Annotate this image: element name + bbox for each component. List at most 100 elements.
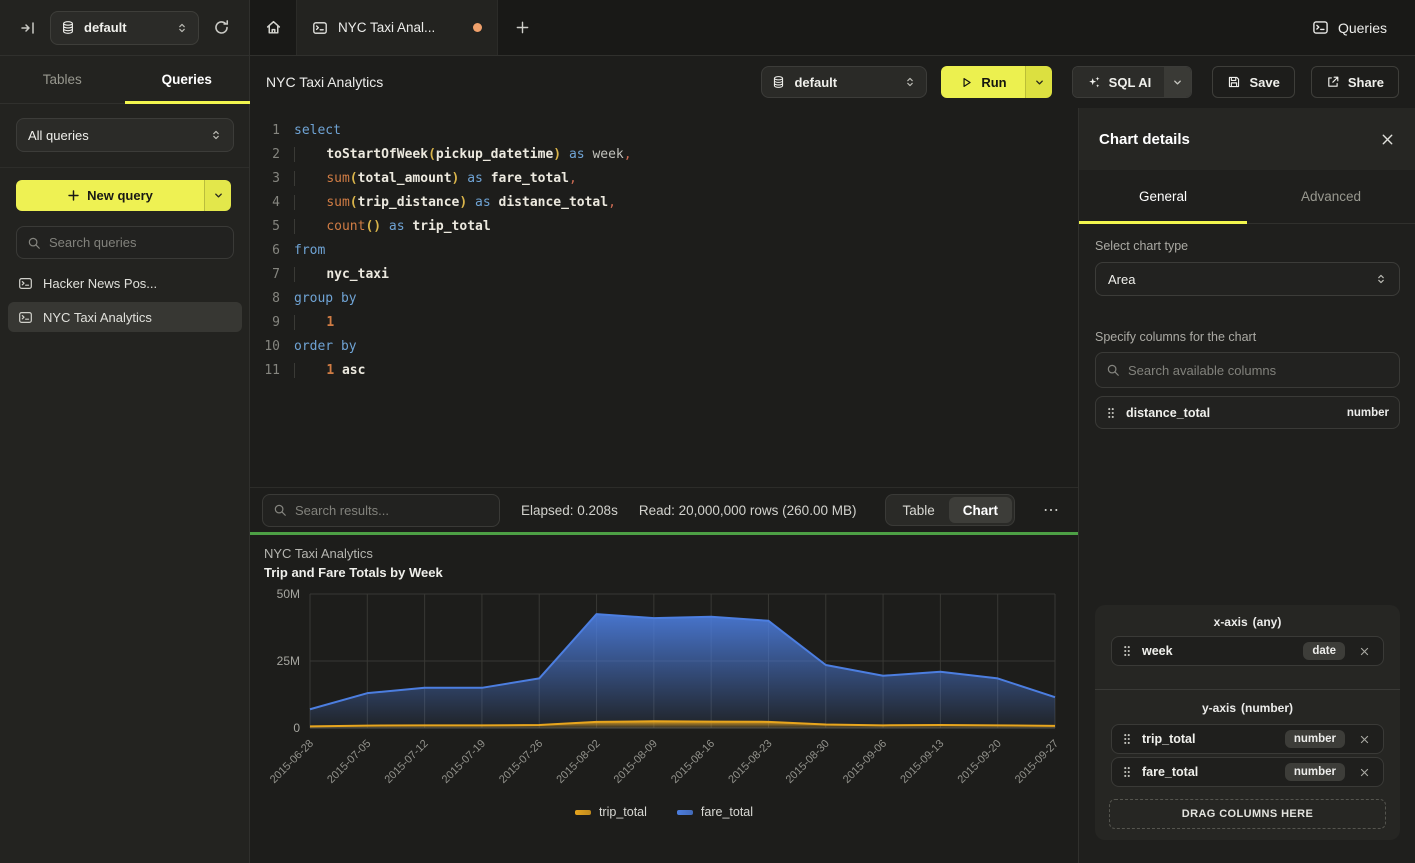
sql-ai-dropdown[interactable]	[1164, 67, 1191, 97]
collapse-sidebar-button[interactable]	[14, 14, 42, 42]
top-bar-left: default	[0, 0, 250, 55]
drag-handle-icon[interactable]	[1106, 406, 1116, 420]
search-results-input[interactable]	[295, 503, 489, 518]
area-chart[interactable]: 025M50M2015-06-282015-07-052015-07-12201…	[250, 585, 1078, 800]
x-tick-label: 2015-07-12	[382, 738, 430, 786]
chevron-down-icon	[1172, 77, 1183, 88]
sql-console-app: default NYC Taxi Anal... Queries	[0, 0, 1415, 863]
code-line[interactable]: 11 1 asc	[250, 358, 1078, 382]
y-tick-label: 25M	[277, 654, 300, 668]
sql-ai-button[interactable]: SQL AI	[1072, 66, 1192, 98]
drag-columns-drop-zone[interactable]: DRAG COLUMNS HERE	[1109, 799, 1386, 829]
sidebar-tabs: Tables Queries	[0, 56, 249, 104]
sql-editor[interactable]: 1select2 toStartOfWeek(pickup_datetime) …	[250, 108, 1078, 487]
chart-legend: trip_total fare_total	[250, 805, 1078, 819]
search-columns-input[interactable]	[1128, 363, 1389, 378]
tab-title: NYC Taxi Anal...	[338, 20, 435, 35]
x-axis-hint: (any)	[1253, 615, 1282, 629]
query-item-label: Hacker News Pos...	[43, 276, 157, 291]
remove-column-button[interactable]	[1355, 734, 1373, 745]
query-item-hacker-news[interactable]: Hacker News Pos...	[8, 268, 242, 298]
legend-swatch	[575, 810, 591, 815]
drag-handle-icon[interactable]	[1122, 732, 1132, 746]
code-line[interactable]: 3 sum(total_amount) as fare_total,	[250, 166, 1078, 190]
remove-column-button[interactable]	[1355, 646, 1373, 657]
code-line[interactable]: 9 1	[250, 310, 1078, 334]
x-axis-heading: x-axis(any)	[1095, 615, 1400, 629]
query-filter-select[interactable]: All queries	[16, 118, 234, 152]
legend-label: trip_total	[599, 805, 647, 819]
save-button[interactable]: Save	[1212, 66, 1294, 98]
legend-label: fare_total	[701, 805, 753, 819]
chart-type-select[interactable]: Area	[1095, 262, 1400, 296]
home-tab[interactable]	[250, 0, 297, 55]
sql-ai-main[interactable]: SQL AI	[1073, 67, 1164, 97]
legend-item-trip_total[interactable]: trip_total	[575, 805, 647, 819]
tab-tables[interactable]: Tables	[0, 56, 125, 103]
query-item-label: NYC Taxi Analytics	[43, 310, 152, 325]
database-selector-value: default	[84, 20, 127, 35]
query-item-nyc-taxi[interactable]: NYC Taxi Analytics	[8, 302, 242, 332]
code-line[interactable]: 1select	[250, 118, 1078, 142]
refresh-button[interactable]	[207, 14, 235, 42]
code-line[interactable]: 4 sum(trip_distance) as distance_total,	[250, 190, 1078, 214]
line-number: 11	[250, 363, 280, 378]
chart-title: NYC Taxi Analytics	[264, 546, 373, 561]
line-number: 3	[250, 171, 280, 186]
x-tick-label: 2015-07-05	[325, 738, 373, 786]
view-toggle: Table Chart	[885, 494, 1015, 526]
tab-advanced[interactable]: Advanced	[1247, 170, 1415, 223]
axis-section-divider	[1095, 689, 1400, 690]
query-console-icon	[312, 20, 328, 36]
code-line[interactable]: 5 count() as trip_total	[250, 214, 1078, 238]
search-queries-input[interactable]	[49, 235, 223, 250]
chevron-down-icon	[1034, 77, 1045, 88]
chevron-up-down-icon	[904, 75, 916, 89]
queries-nav-button[interactable]: Queries	[1312, 0, 1415, 55]
sidebar-divider	[0, 167, 249, 168]
database-selector[interactable]: default	[50, 11, 199, 45]
code-text: select	[294, 123, 341, 138]
close-panel-button[interactable]	[1380, 132, 1395, 147]
chart-type-label: Select chart type	[1095, 239, 1188, 253]
columns-label: Specify columns for the chart	[1095, 330, 1256, 344]
tab-queries[interactable]: Queries	[125, 56, 250, 103]
drag-handle-icon[interactable]	[1122, 644, 1132, 658]
code-text: 1	[294, 315, 334, 330]
code-line[interactable]: 7 nyc_taxi	[250, 262, 1078, 286]
active-tab-underline	[125, 101, 250, 104]
run-database-selector[interactable]: default	[761, 66, 927, 98]
database-icon	[772, 75, 785, 89]
tab-strip: NYC Taxi Anal... Queries	[250, 0, 1415, 55]
code-line[interactable]: 10order by	[250, 334, 1078, 358]
new-query-dropdown[interactable]	[204, 180, 231, 211]
new-query-button[interactable]: New query	[16, 180, 231, 211]
x-tick-label: 2015-08-23	[726, 738, 774, 786]
x-tick-label: 2015-08-09	[612, 738, 660, 786]
run-button-main[interactable]: Run	[941, 66, 1025, 98]
code-line[interactable]: 8group by	[250, 286, 1078, 310]
toggle-table[interactable]: Table	[888, 497, 948, 523]
more-options-button[interactable]: ⋯	[1036, 500, 1066, 520]
x-axis-chip-week[interactable]: week date	[1111, 636, 1384, 666]
remove-column-button[interactable]	[1355, 767, 1373, 778]
toggle-chart[interactable]: Chart	[949, 497, 1012, 523]
drag-handle-icon[interactable]	[1122, 765, 1132, 779]
legend-item-fare_total[interactable]: fare_total	[677, 805, 753, 819]
tab-general[interactable]: General	[1079, 170, 1247, 223]
code-line[interactable]: 2 toStartOfWeek(pickup_datetime) as week…	[250, 142, 1078, 166]
collapse-right-icon	[20, 20, 36, 36]
query-title: NYC Taxi Analytics	[266, 74, 383, 90]
y-axis-chip-trip-total[interactable]: trip_total number	[1111, 724, 1384, 754]
tab-nyc-taxi-analytics[interactable]: NYC Taxi Anal...	[297, 0, 498, 55]
code-line[interactable]: 6from	[250, 238, 1078, 262]
run-options-dropdown[interactable]	[1025, 66, 1052, 98]
line-number: 2	[250, 147, 280, 162]
column-chip-distance-total[interactable]: distance_total number	[1095, 396, 1400, 429]
run-button[interactable]: Run	[941, 66, 1052, 98]
share-button[interactable]: Share	[1311, 66, 1399, 98]
new-tab-button[interactable]	[498, 0, 547, 55]
new-query-main[interactable]: New query	[16, 180, 204, 211]
column-name: trip_total	[1142, 732, 1195, 746]
y-axis-chip-fare-total[interactable]: fare_total number	[1111, 757, 1384, 787]
